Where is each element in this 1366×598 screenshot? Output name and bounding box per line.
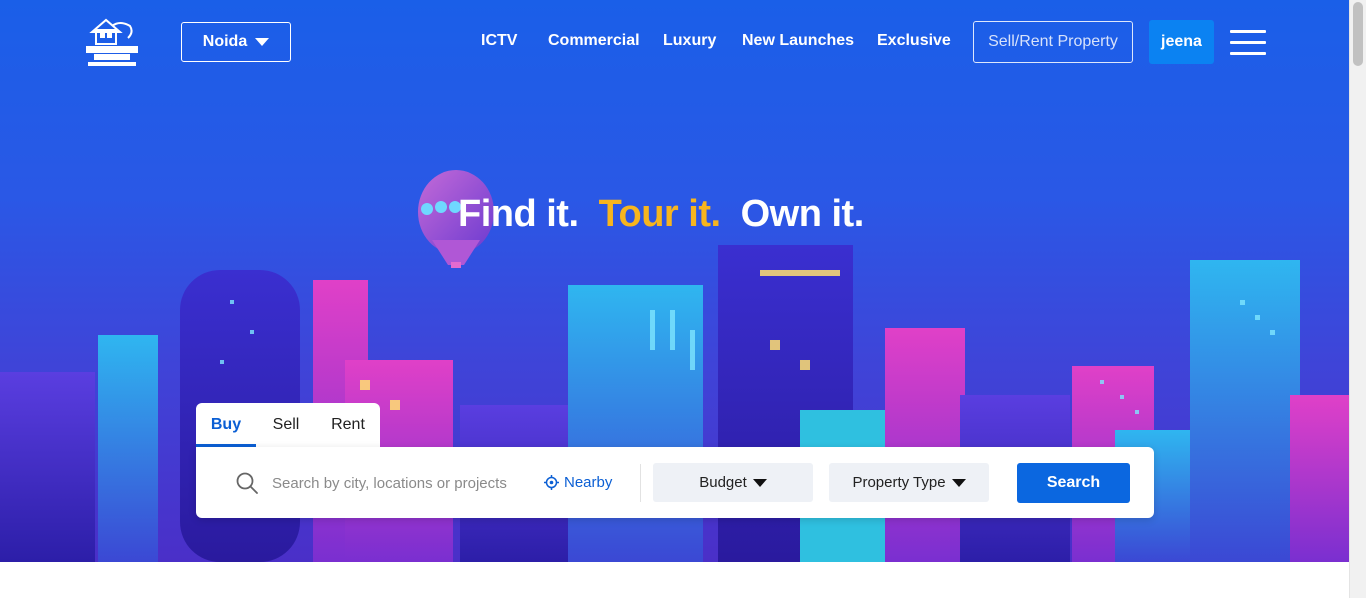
search-input[interactable] [272, 470, 512, 496]
hero-headline: Find it. Tour it. Own it. [458, 193, 864, 236]
nav-link-commercial[interactable]: Commercial [548, 32, 640, 50]
budget-dropdown[interactable]: Budget [653, 463, 813, 502]
tab-buy[interactable]: Buy [196, 403, 256, 447]
budget-label: Budget [699, 474, 747, 491]
nav-link-exclusive[interactable]: Exclusive [877, 32, 951, 50]
chevron-down-icon [951, 478, 966, 487]
nav-link-new-launches[interactable]: New Launches [742, 32, 854, 50]
headline-part-1: Find it. [458, 193, 579, 235]
nearby-label: Nearby [564, 474, 613, 491]
city-selector-button[interactable]: Noida [181, 22, 291, 62]
headline-part-3: Own it. [740, 193, 865, 235]
investors-clinic-logo[interactable] [86, 16, 138, 68]
chevron-down-icon [255, 38, 270, 46]
user-account-button[interactable]: jeena [1149, 20, 1214, 64]
search-icon [236, 472, 258, 494]
chevron-down-icon [752, 478, 767, 487]
search-tabs: Buy Sell Rent [196, 403, 380, 447]
nav-link-ictv[interactable]: ICTV [481, 32, 517, 50]
property-type-dropdown[interactable]: Property Type [829, 463, 989, 502]
nav-link-luxury[interactable]: Luxury [663, 32, 716, 50]
tab-sell[interactable]: Sell [256, 403, 316, 447]
scrollbar-thumb[interactable] [1353, 2, 1363, 66]
nearby-button[interactable]: Nearby [544, 474, 612, 491]
city-label: Noida [202, 33, 248, 50]
location-target-icon [544, 475, 559, 490]
tab-rent[interactable]: Rent [316, 403, 380, 447]
property-type-label: Property Type [852, 474, 946, 491]
hamburger-menu-icon[interactable] [1230, 30, 1266, 56]
page-scrollbar[interactable] [1349, 0, 1366, 598]
headline-part-2: Tour it. [598, 193, 721, 235]
sell-rent-property-button[interactable]: Sell/Rent Property [973, 21, 1133, 63]
search-button[interactable]: Search [1017, 463, 1130, 503]
search-divider [640, 464, 641, 502]
